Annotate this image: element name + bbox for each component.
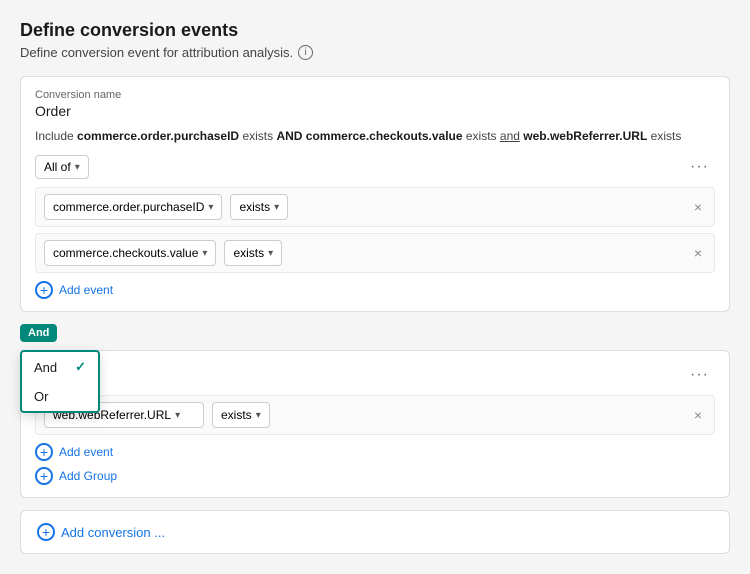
and-badge[interactable]: And	[20, 324, 57, 342]
dropdown-item-and[interactable]: And ✓	[22, 352, 98, 382]
add-event-button-1[interactable]: + Add event	[35, 281, 715, 299]
include-text: Include commerce.order.purchaseID exists…	[35, 127, 715, 145]
add-group-plus-icon: +	[35, 467, 53, 485]
remove-row-3-button[interactable]: ×	[690, 405, 706, 425]
remove-row-1-button[interactable]: ×	[690, 197, 706, 217]
condition-2-chevron: ▾	[268, 248, 273, 259]
page-subtitle: Define conversion event for attribution …	[20, 45, 730, 60]
info-icon[interactable]: i	[298, 45, 313, 60]
all-of-dropdown[interactable]: All of ▾	[35, 155, 89, 179]
conversion-name-label: Conversion name	[35, 89, 715, 101]
conversion-card-2: All of ▾ ··· web.webReferrer.URL ▾ exist…	[20, 350, 730, 498]
and-or-dropdown: And ✓ Or	[20, 350, 100, 413]
remove-row-2-button[interactable]: ×	[690, 243, 706, 263]
add-event-button-2[interactable]: + Add event	[35, 443, 715, 461]
group-2-dots-button[interactable]: ···	[684, 364, 715, 386]
add-conversion-button[interactable]: + Add conversion ...	[20, 510, 730, 554]
chevron-icon: ▾	[75, 162, 80, 173]
condition-1-chevron: ▾	[274, 202, 279, 213]
group-2-header: All of ▾ ···	[35, 363, 715, 387]
page-title: Define conversion events	[20, 20, 730, 41]
conversion-name-value: Order	[35, 103, 715, 119]
add-event-plus-icon: +	[35, 281, 53, 299]
field-3-chevron: ▾	[175, 410, 180, 421]
add-conversion-plus-icon: +	[37, 523, 55, 541]
group-1-header: All of ▾ ···	[35, 155, 715, 179]
add-event-2-plus-icon: +	[35, 443, 53, 461]
field-2-chevron: ▾	[202, 248, 207, 259]
add-group-button[interactable]: + Add Group	[35, 467, 715, 485]
event-condition-2[interactable]: exists ▾	[224, 240, 282, 266]
field-1-chevron: ▾	[208, 202, 213, 213]
event-row-3: web.webReferrer.URL ▾ exists ▾ ×	[35, 395, 715, 435]
and-badge-wrapper: And And ✓ Or	[20, 324, 730, 342]
group-1-dots-button[interactable]: ···	[684, 156, 715, 178]
event-row-2: commerce.checkouts.value ▾ exists ▾ ×	[35, 233, 715, 273]
dropdown-item-or[interactable]: Or	[22, 382, 98, 411]
event-row-1: commerce.order.purchaseID ▾ exists ▾ ×	[35, 187, 715, 227]
event-condition-1[interactable]: exists ▾	[230, 194, 288, 220]
conversion-card-1: Conversion name Order Include commerce.o…	[20, 76, 730, 312]
event-field-1[interactable]: commerce.order.purchaseID ▾	[44, 194, 222, 220]
event-field-2[interactable]: commerce.checkouts.value ▾	[44, 240, 216, 266]
condition-3-chevron: ▾	[256, 410, 261, 421]
event-condition-3[interactable]: exists ▾	[212, 402, 270, 428]
check-icon: ✓	[75, 359, 86, 375]
